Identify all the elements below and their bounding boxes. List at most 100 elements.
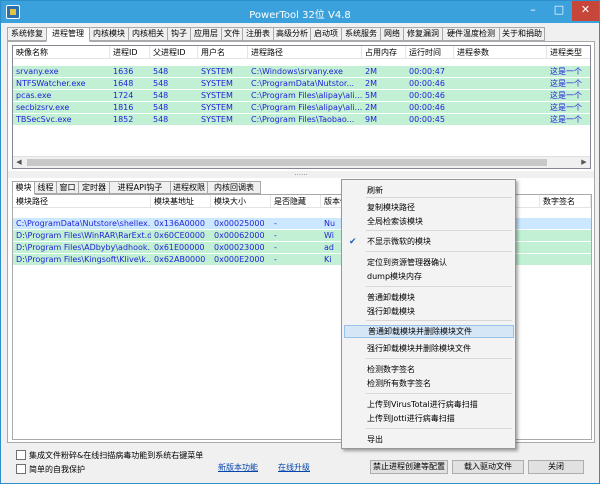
- subtab-2[interactable]: 窗口: [56, 181, 79, 194]
- process-table[interactable]: 映像名称 进程ID 父进程ID 用户名 进程路径 占用内存 运行时间 进程参数 进程类型 srv…: [12, 45, 591, 169]
- minimize-button[interactable]: –: [520, 1, 546, 21]
- menu-item-4[interactable]: 定位到资源管理器确认: [344, 256, 514, 269]
- tab-4[interactable]: 钩子: [167, 27, 191, 41]
- tab-7[interactable]: 注册表: [242, 27, 274, 41]
- maximize-button[interactable]: □: [546, 1, 572, 21]
- self-protection-checkbox[interactable]: [16, 464, 26, 474]
- table-cell: 548: [153, 79, 169, 88]
- subtab-6[interactable]: 内核回调表: [207, 181, 261, 194]
- column-header[interactable]: 运行时间: [406, 46, 454, 59]
- subtab-5[interactable]: 进程权限: [170, 181, 208, 194]
- subtab-1[interactable]: 线程: [34, 181, 57, 194]
- table-cell: SYSTEM: [201, 115, 233, 124]
- menu-item-12[interactable]: 上传到VirusTotal进行病毒扫描: [344, 398, 514, 411]
- column-header[interactable]: 进程路径: [248, 46, 362, 59]
- table-row[interactable]: TBSecSvc.exe 1852 548 SYSTEM C:\Program File…: [13, 114, 590, 125]
- table-row[interactable]: secbizsrv.exe 1816 548 SYSTEM C:\Program Fil…: [13, 102, 590, 113]
- subtab-0[interactable]: 模块: [12, 181, 35, 195]
- table-cell: 这是一个: [550, 91, 582, 100]
- column-header[interactable]: 模块基地址: [151, 195, 211, 208]
- column-header[interactable]: 父进程ID: [150, 46, 198, 59]
- subtab-3[interactable]: 定时器: [78, 181, 110, 194]
- process-table-header: 映像名称 进程ID 父进程ID 用户名 进程路径 占用内存 运行时间 进程参数 进程类型: [13, 46, 590, 59]
- menu-item-label: 刷新: [367, 186, 383, 195]
- tab-12[interactable]: 修复漏洞: [403, 27, 443, 41]
- table-cell: C:\Program Files\Taobao...: [251, 115, 355, 124]
- tab-3[interactable]: 内核相关: [128, 27, 168, 41]
- process-hscrollbar[interactable]: ◀ ▶: [13, 156, 590, 168]
- menu-item-14[interactable]: 导出: [344, 433, 514, 446]
- column-header[interactable]: 是否隐藏: [271, 195, 321, 208]
- column-header[interactable]: 进程参数: [454, 46, 547, 59]
- menu-item-5[interactable]: dump模块内存: [344, 270, 514, 283]
- title-bar[interactable]: PowerTool 32位 V4.8 – □ ✕: [1, 1, 599, 23]
- forbid-process-config-button[interactable]: 禁止进程创建等配置: [370, 460, 448, 474]
- menu-item-label: 不显示微软的模块: [367, 237, 431, 246]
- checkmark-icon: ✔: [349, 237, 357, 247]
- menu-item-6[interactable]: 普通卸载模块: [344, 291, 514, 304]
- tab-11[interactable]: 网络: [380, 27, 404, 41]
- menu-separator: [366, 197, 512, 198]
- table-cell: -: [274, 219, 277, 228]
- table-cell: 这是一个: [550, 115, 582, 124]
- menu-item-2[interactable]: 全局检索该模块: [344, 215, 514, 228]
- column-header[interactable]: 数字签名: [540, 195, 591, 208]
- load-driver-button[interactable]: 载入驱动文件: [452, 460, 524, 474]
- table-row[interactable]: pcas.exe 1724 548 SYSTEM C:\Program Files\al…: [13, 90, 590, 101]
- table-cell: 548: [153, 91, 169, 100]
- new-features-link[interactable]: 新版本功能: [218, 462, 258, 473]
- menu-item-13[interactable]: 上传到Jotti进行病毒扫描: [344, 412, 514, 425]
- close-button[interactable]: 关闭: [528, 460, 584, 474]
- scroll-left-icon[interactable]: ◀: [13, 157, 25, 168]
- table-cell: [454, 102, 547, 113]
- menu-item-1[interactable]: 复制模块路径: [344, 201, 514, 214]
- column-header[interactable]: 映像名称: [13, 46, 110, 59]
- column-header[interactable]: 进程类型: [547, 46, 590, 59]
- menu-item-8[interactable]: 普通卸载模块并删除模块文件: [344, 325, 514, 338]
- column-header[interactable]: 模块路径: [13, 195, 151, 208]
- column-header[interactable]: 进程ID: [110, 46, 150, 59]
- menu-item-10[interactable]: 检测数字签名: [344, 363, 514, 376]
- tab-1[interactable]: 进程管理: [46, 27, 90, 42]
- table-row[interactable]: NTFSWatcher.exe 1648 548 SYSTEM C:\ProgramDa…: [13, 78, 590, 89]
- menu-item-label: 导出: [367, 435, 383, 444]
- menu-item-3[interactable]: ✔ 不显示微软的模块: [344, 235, 514, 248]
- tab-6[interactable]: 文件: [221, 27, 243, 41]
- tab-2[interactable]: 内核模块: [89, 27, 129, 41]
- scroll-right-icon[interactable]: ▶: [578, 157, 590, 168]
- pane-splitter[interactable]: ......: [8, 170, 594, 178]
- scroll-thumb[interactable]: [27, 159, 547, 166]
- menu-item-11[interactable]: 检测所有数字签名: [344, 377, 514, 390]
- table-cell: D:\Program Files\WinRAR\RarExt.dll: [16, 231, 151, 240]
- online-upgrade-link[interactable]: 在线升级: [278, 462, 310, 473]
- menu-item-9[interactable]: 强行卸载模块并删除模块文件: [344, 342, 514, 355]
- table-cell: [540, 218, 591, 229]
- table-cell: [454, 114, 547, 125]
- table-cell: 00:00:46: [409, 91, 445, 100]
- table-cell: [454, 66, 547, 77]
- table-cell: 2M: [365, 67, 377, 76]
- column-header[interactable]: 占用内存: [362, 46, 406, 59]
- table-cell: [454, 78, 547, 89]
- menu-item-7[interactable]: 强行卸载模块: [344, 305, 514, 318]
- column-header[interactable]: 模块大小: [211, 195, 271, 208]
- menu-separator: [366, 428, 512, 429]
- close-window-button[interactable]: ✕: [572, 1, 599, 21]
- column-header[interactable]: 用户名: [198, 46, 248, 59]
- tab-5[interactable]: 应用层: [190, 27, 222, 41]
- table-row[interactable]: srvany.exe 1636 548 SYSTEM C:\Windows\srvany…: [13, 66, 590, 77]
- table-cell: [540, 242, 591, 253]
- tab-9[interactable]: 启动项: [310, 27, 342, 41]
- table-cell: 0x00023000: [214, 243, 265, 252]
- integrate-context-menu-checkbox[interactable]: [16, 450, 26, 460]
- tab-0[interactable]: 系统修复: [7, 27, 47, 41]
- table-cell: SYSTEM: [201, 91, 233, 100]
- subtab-4[interactable]: 进程API钩子: [109, 181, 171, 194]
- menu-item-0[interactable]: 刷新: [344, 184, 514, 197]
- tab-8[interactable]: 高级分析: [273, 27, 311, 41]
- table-cell: 0x61E00000: [154, 243, 205, 252]
- tab-14[interactable]: 关于和捐助: [499, 27, 545, 41]
- tab-10[interactable]: 系统服务: [341, 27, 381, 41]
- table-cell: 548: [153, 67, 169, 76]
- tab-13[interactable]: 硬件温度检测: [442, 27, 500, 41]
